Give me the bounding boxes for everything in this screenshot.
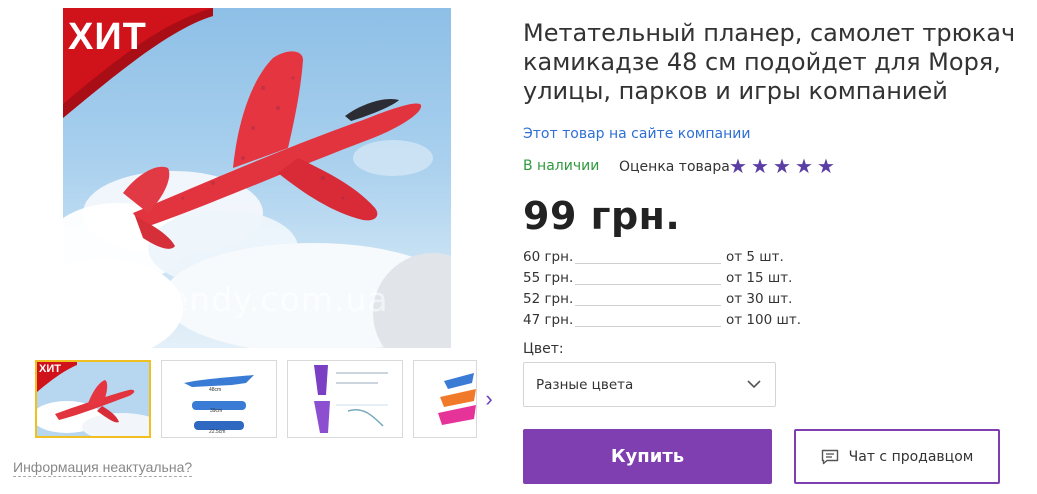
thumbnail-hit-text: ХИТ: [39, 363, 61, 375]
main-product-image[interactable]: ХИТ atrendy.com.ua: [63, 8, 451, 348]
buy-button[interactable]: Купить: [523, 429, 772, 484]
hit-badge: ХИТ: [63, 8, 213, 118]
chat-icon: [821, 449, 838, 464]
star-icon: ★: [817, 156, 835, 178]
tier-price: 52 грн.: [523, 291, 574, 307]
star-icon: ★: [751, 156, 769, 178]
chat-seller-label: Чат с продавцом: [848, 448, 974, 465]
rating-stars[interactable]: ★ ★ ★ ★ ★: [728, 157, 836, 177]
rating-label: Оценка товара: [619, 159, 730, 175]
tier-quantity: от 100 шт.: [726, 312, 801, 328]
watermark-text: atrendy.com.ua: [119, 280, 389, 319]
tier-divider: [575, 305, 721, 306]
tier-divider: [575, 326, 721, 327]
color-select[interactable]: Разные цвета: [523, 362, 776, 407]
thumbnail-dimensions-image: [162, 361, 276, 437]
chevron-right-icon: ›: [485, 386, 493, 411]
star-icon: ★: [729, 156, 747, 178]
color-label: Цвет:: [523, 341, 564, 357]
stock-status: В наличии: [523, 158, 600, 174]
tier-divider: [575, 284, 721, 285]
chevron-down-icon: [747, 380, 761, 389]
thumbnail-diagram-image: [288, 361, 402, 437]
tier-quantity: от 5 шт.: [726, 249, 784, 265]
tier-divider: [575, 263, 721, 264]
thumbnail-next-button[interactable]: ›: [478, 360, 500, 438]
thumbnail-label-1: 48cm: [209, 387, 222, 393]
price-tier-row: 55 грн. от 15 шт.: [523, 268, 813, 289]
thumbnail-label-2: 39cm: [210, 408, 223, 414]
thumbnail-4[interactable]: [413, 360, 477, 438]
thumbnail-1[interactable]: ХИТ: [35, 360, 151, 438]
tier-price: 60 грн.: [523, 249, 574, 265]
price-tier-row: 47 грн. от 100 шт.: [523, 310, 813, 331]
price-tier-row: 60 грн. от 5 шт.: [523, 247, 813, 268]
wholesale-price-tiers: 60 грн. от 5 шт. 55 грн. от 15 шт. 52 гр…: [523, 247, 813, 331]
product-title: Метательный планер, самолет трюкач камик…: [523, 19, 1016, 105]
tier-price: 47 грн.: [523, 312, 574, 328]
tier-quantity: от 15 шт.: [726, 270, 793, 286]
thumbnail-colors-image: [414, 361, 476, 437]
thumbnail-2[interactable]: 48cm 39cm 22.5cm: [161, 360, 277, 438]
thumbnail-label-3: 22.5cm: [209, 429, 226, 435]
product-price: 99 грн.: [523, 194, 681, 238]
info-outdated-link[interactable]: Информация неактуальна?: [13, 459, 193, 477]
tier-price: 55 грн.: [523, 270, 574, 286]
star-icon: ★: [773, 156, 791, 178]
thumbnail-3[interactable]: [287, 360, 403, 438]
price-tier-row: 52 грн. от 30 шт.: [523, 289, 813, 310]
color-select-value: Разные цвета: [536, 377, 634, 393]
star-icon: ★: [795, 156, 813, 178]
tier-quantity: от 30 шт.: [726, 291, 793, 307]
chat-seller-button[interactable]: Чат с продавцом: [794, 429, 1000, 484]
company-site-link[interactable]: Этот товар на сайте компании: [523, 126, 750, 142]
thumbnail-strip: ХИТ 48cm 39cm 22.5cm ›: [35, 360, 500, 438]
hit-badge-text: ХИТ: [68, 16, 147, 58]
